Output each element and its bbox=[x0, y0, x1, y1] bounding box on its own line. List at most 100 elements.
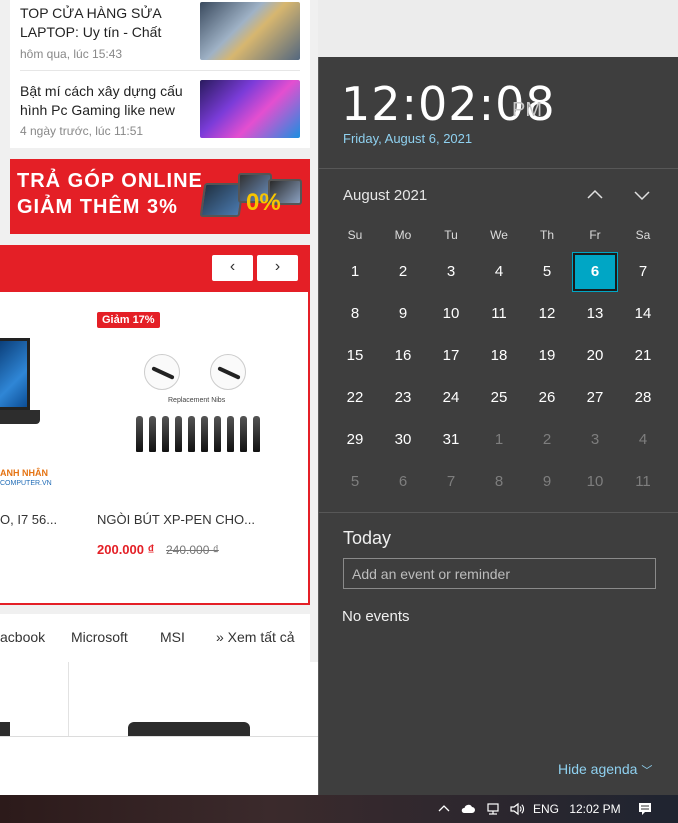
calendar-day[interactable]: 23 bbox=[381, 379, 425, 417]
laptop-product-image[interactable] bbox=[0, 338, 42, 438]
taskbar: ENG 12:02 PM bbox=[0, 795, 678, 823]
taskbar-clock[interactable]: 12:02 PM bbox=[566, 795, 624, 823]
volume-icon[interactable] bbox=[506, 795, 528, 823]
calendar-day[interactable]: 7 bbox=[429, 463, 473, 501]
cloud-icon bbox=[461, 804, 475, 813]
product-image[interactable] bbox=[0, 722, 10, 736]
product-old-price: 240.000 ₫ bbox=[166, 543, 219, 557]
month-label[interactable]: August 2021 bbox=[343, 187, 427, 204]
calendar-day[interactable]: 22 bbox=[333, 379, 377, 417]
calendar-flyout: 12:02:08 PM Friday, August 6, 2021 Augus… bbox=[318, 57, 678, 795]
agenda-title: Today bbox=[343, 528, 392, 548]
product-image[interactable] bbox=[128, 722, 250, 736]
calendar-day[interactable]: 4 bbox=[621, 421, 665, 459]
store-logo: ANH NHÂN bbox=[0, 468, 48, 478]
calendar-day[interactable]: 15 bbox=[333, 337, 377, 375]
calendar-day[interactable]: 30 bbox=[381, 421, 425, 459]
calendar-day[interactable]: 31 bbox=[429, 421, 473, 459]
calendar-day[interactable]: 4 bbox=[477, 253, 521, 291]
calendar-day[interactable]: 8 bbox=[477, 463, 521, 501]
calendar-day[interactable]: 5 bbox=[333, 463, 377, 501]
brand-tab-view-all[interactable]: » Xem tất cả bbox=[216, 629, 295, 645]
add-event-input[interactable] bbox=[343, 558, 656, 589]
calendar-day[interactable]: 17 bbox=[429, 337, 473, 375]
weekday-label: Fr bbox=[589, 228, 601, 242]
weekday-label: Mo bbox=[394, 228, 412, 242]
banner-devices-image: 0% bbox=[199, 169, 306, 229]
calendar-day[interactable]: 6 bbox=[381, 463, 425, 501]
hide-agenda-button[interactable]: Hide agenda ﹀ bbox=[558, 761, 652, 778]
calendar-day[interactable]: 21 bbox=[621, 337, 665, 375]
calendar-day[interactable]: 20 bbox=[573, 337, 617, 375]
previous-month-button[interactable] bbox=[581, 181, 609, 209]
calendar-day[interactable]: 26 bbox=[525, 379, 569, 417]
installment-banner[interactable]: TRẢ GÓP ONLINE GIẢM THÊM 3% 0% bbox=[10, 159, 310, 234]
news-item[interactable]: Bật mí cách xây dựng cấu hình Pc Gaming … bbox=[20, 78, 300, 140]
calendar-day[interactable]: 19 bbox=[525, 337, 569, 375]
calendar-day[interactable]: 3 bbox=[429, 253, 473, 291]
show-hidden-icons-button[interactable] bbox=[434, 795, 454, 823]
news-title[interactable]: Bật mí cách xây dựng cấu hình Pc Gaming … bbox=[20, 82, 192, 120]
calendar-day[interactable]: 9 bbox=[525, 463, 569, 501]
calendar-day[interactable]: 1 bbox=[333, 253, 377, 291]
carousel-prev-button[interactable]: ‹ bbox=[212, 255, 253, 281]
calendar-day-today[interactable]: 6 bbox=[572, 252, 618, 292]
speaker-icon bbox=[510, 802, 524, 816]
calendar-day[interactable]: 25 bbox=[477, 379, 521, 417]
pen-nibs-product-image[interactable]: Replacement Nibs bbox=[130, 354, 270, 464]
input-language-indicator[interactable]: ENG bbox=[532, 795, 560, 823]
calendar-day[interactable]: 10 bbox=[573, 463, 617, 501]
calendar-day[interactable]: 1 bbox=[477, 421, 521, 459]
calendar-day[interactable]: 5 bbox=[525, 253, 569, 291]
carousel-next-button[interactable]: › bbox=[257, 255, 298, 281]
calendar-day[interactable]: 14 bbox=[621, 295, 665, 333]
product-name[interactable]: NGÒI BÚT XP-PEN CHO... bbox=[97, 512, 255, 527]
calendar-day[interactable]: 29 bbox=[333, 421, 377, 459]
page-footer-strip bbox=[0, 736, 318, 795]
news-title[interactable]: TOP CỬA HÀNG SỬA LAPTOP: Uy tín - Chất bbox=[20, 4, 192, 42]
calendar-day[interactable]: 2 bbox=[525, 421, 569, 459]
product-name[interactable]: O, I7 56... bbox=[0, 512, 57, 527]
calendar-day[interactable]: 28 bbox=[621, 379, 665, 417]
calendar-day[interactable]: 10 bbox=[429, 295, 473, 333]
calendar-day[interactable]: 11 bbox=[477, 295, 521, 333]
calendar-day[interactable]: 18 bbox=[477, 337, 521, 375]
banner-badge: 0% bbox=[246, 189, 281, 216]
news-item[interactable]: TOP CỬA HÀNG SỬA LAPTOP: Uy tín - Chất h… bbox=[20, 0, 300, 62]
calendar-day[interactable]: 9 bbox=[381, 295, 425, 333]
current-date-link[interactable]: Friday, August 6, 2021 bbox=[343, 131, 472, 146]
network-icon[interactable] bbox=[482, 795, 504, 823]
notification-icon bbox=[639, 803, 651, 815]
weekday-label: Sa bbox=[635, 228, 651, 242]
calendar-day[interactable]: 3 bbox=[573, 421, 617, 459]
discount-badge: Giảm 17% bbox=[97, 312, 160, 328]
onedrive-icon[interactable] bbox=[457, 795, 479, 823]
calendar-day[interactable]: 7 bbox=[621, 253, 665, 291]
news-thumbnail[interactable] bbox=[200, 80, 300, 138]
brand-tab-microsoft[interactable]: Microsoft bbox=[71, 629, 128, 645]
calendar-day[interactable]: 27 bbox=[573, 379, 617, 417]
brand-tab-macbook[interactable]: acbook bbox=[0, 629, 45, 645]
banner-line-2: GIẢM THÊM 3% bbox=[17, 196, 178, 218]
web-page: TOP CỬA HÀNG SỬA LAPTOP: Uy tín - Chất h… bbox=[0, 0, 318, 795]
calendar-day[interactable]: 16 bbox=[381, 337, 425, 375]
brand-tab-msi[interactable]: MSI bbox=[160, 629, 185, 645]
calendar-day[interactable]: 11 bbox=[621, 463, 665, 501]
no-events-text: No events bbox=[342, 608, 410, 625]
calendar-day[interactable]: 13 bbox=[573, 295, 617, 333]
weekday-label: Su bbox=[347, 228, 363, 242]
divider bbox=[319, 168, 678, 169]
store-logo-sub: COMPUTER.VN bbox=[0, 480, 52, 487]
weekday-label: Tu bbox=[444, 228, 458, 242]
calendar-day[interactable]: 12 bbox=[525, 295, 569, 333]
next-month-button[interactable] bbox=[628, 181, 656, 209]
action-center-button[interactable] bbox=[634, 795, 656, 823]
calendar-day[interactable]: 8 bbox=[333, 295, 377, 333]
calendar-day[interactable]: 24 bbox=[429, 379, 473, 417]
hide-agenda-label: Hide agenda bbox=[558, 761, 638, 777]
news-thumbnail[interactable] bbox=[200, 2, 300, 60]
news-time: hôm qua, lúc 15:43 bbox=[20, 47, 123, 61]
calendar-day[interactable]: 2 bbox=[381, 253, 425, 291]
product-price: 200.000 ₫ bbox=[97, 542, 155, 557]
product-list: ANH NHÂN COMPUTER.VN O, I7 56... Giảm 17… bbox=[0, 292, 308, 603]
